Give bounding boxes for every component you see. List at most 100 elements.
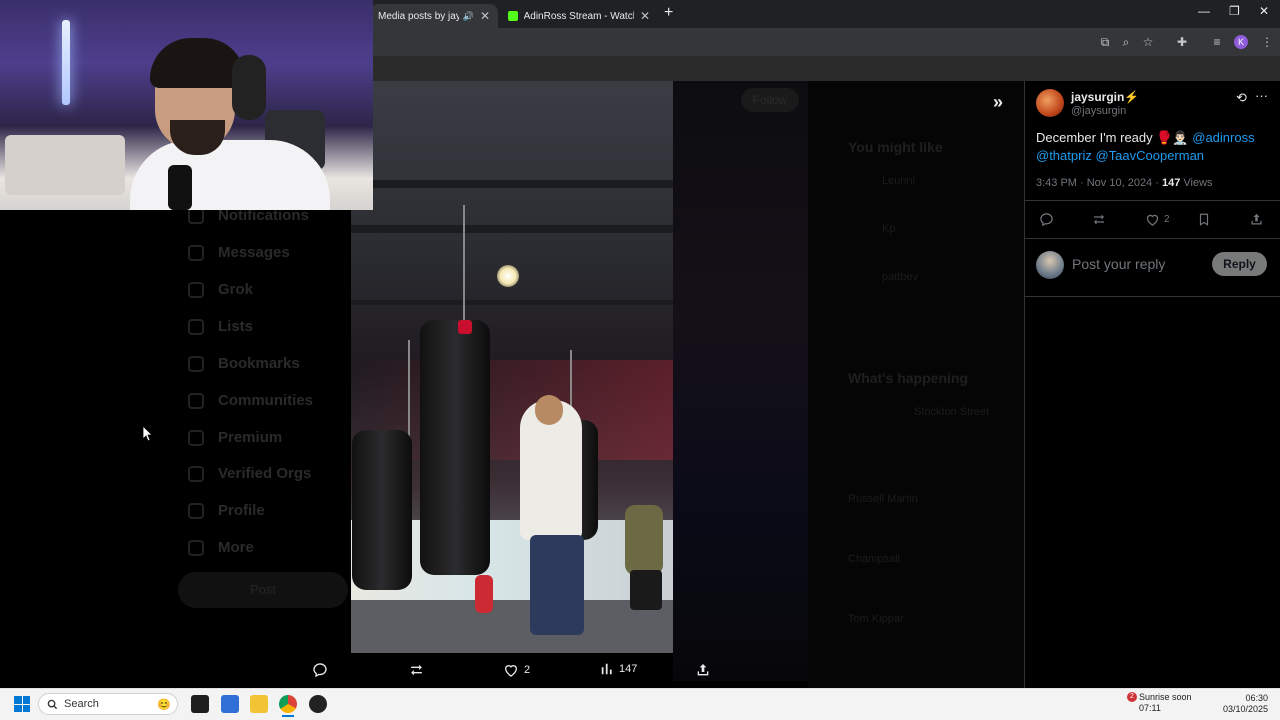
install-app-icon[interactable]: ⧉ — [1097, 34, 1113, 50]
windows-start-icon[interactable] — [14, 696, 30, 712]
like-count: 2 — [1164, 214, 1170, 225]
restore-icon[interactable]: ❐ — [1229, 4, 1240, 18]
ceiling-beam — [351, 225, 673, 233]
reply-icon — [1040, 213, 1053, 227]
nav-label: Communities — [218, 392, 314, 409]
repost-button[interactable] — [1091, 212, 1107, 227]
heart-icon — [1146, 214, 1159, 226]
media-control-icon[interactable]: ≡ — [1209, 34, 1225, 50]
task-view-icon[interactable] — [191, 695, 209, 713]
reply-submit-button[interactable]: Reply — [1212, 252, 1267, 276]
people-icon — [188, 392, 204, 409]
chrome-icon[interactable] — [279, 695, 297, 713]
repost-action[interactable] — [408, 662, 425, 678]
close-tab-icon[interactable]: ✕ — [640, 9, 650, 23]
clock-time: 06:30 — [1245, 693, 1268, 703]
streamer-shirt — [130, 140, 330, 210]
divider — [1024, 200, 1280, 201]
reply-input[interactable]: Post your reply — [1072, 256, 1165, 272]
search-placeholder: Search — [64, 698, 99, 710]
grok-icon[interactable]: ⟲ — [1236, 90, 1247, 106]
author-handle[interactable]: @jaysurgin — [1071, 105, 1126, 117]
microphone — [168, 165, 192, 210]
mention-link[interactable]: @adinross — [1192, 130, 1254, 145]
file-explorer-icon[interactable] — [250, 695, 268, 713]
like-button[interactable]: 2 — [1145, 212, 1170, 227]
share-action[interactable] — [695, 662, 711, 678]
more-menu-icon[interactable]: ⋮ — [1259, 34, 1275, 50]
view-count: 147 — [619, 663, 638, 675]
nav-premium[interactable]: Premium — [188, 429, 282, 446]
taskbar-clock[interactable]: 06:30 03/10/2025 — [1222, 693, 1268, 715]
views-chart-icon — [601, 663, 612, 675]
app-icon[interactable] — [309, 695, 327, 713]
share-button[interactable] — [1249, 212, 1264, 227]
speaker-icon[interactable]: 🔊 — [463, 11, 474, 22]
trend-item[interactable]: Champsall — [848, 553, 900, 565]
more-circle-icon — [188, 539, 204, 556]
collapse-panel-icon[interactable]: » — [993, 92, 1003, 113]
nav-label: More — [218, 539, 254, 556]
lightning-icon — [188, 465, 204, 482]
mouse-cursor-icon — [143, 426, 153, 441]
repost-icon — [1094, 214, 1104, 225]
tab-adinross-stream[interactable]: AdinRoss Stream - Watch Live o ✕ — [500, 4, 658, 28]
like-action[interactable]: 2 — [503, 662, 530, 678]
suggestion-name[interactable]: Kp — [882, 223, 895, 235]
taskbar-search[interactable]: Search 😊 — [38, 693, 178, 715]
suggestion-name[interactable]: pattbev — [882, 271, 918, 283]
views-action[interactable]: 147 — [600, 662, 637, 676]
extensions-icon[interactable]: ✚ — [1174, 34, 1190, 50]
background-person-red — [475, 575, 493, 613]
tweet-timestamp[interactable]: 3:43 PM · Nov 10, 2024 · — [1036, 177, 1162, 189]
nav-grok[interactable]: Grok — [188, 281, 253, 298]
close-tab-icon[interactable]: ✕ — [480, 9, 490, 23]
zoom-icon[interactable]: ⌕ — [1118, 34, 1134, 50]
tweet-detail-panel — [1024, 81, 1280, 688]
more-options-icon[interactable]: ··· — [1255, 88, 1268, 103]
nav-more[interactable]: More — [188, 539, 254, 556]
close-window-icon[interactable]: ✕ — [1259, 4, 1269, 18]
repost-icon — [411, 664, 422, 676]
nav-communities[interactable]: Communities — [188, 392, 313, 409]
follow-button[interactable]: Follow — [741, 88, 799, 112]
nav-label: Lists — [218, 318, 254, 335]
nav-bookmarks[interactable]: Bookmarks — [188, 355, 300, 372]
mention-link[interactable]: @thatpriz — [1036, 148, 1092, 163]
tweet-text: December I'm ready 🥊👨🏻‍⚕️ @adinross @tha… — [1036, 129, 1266, 165]
background-person — [625, 505, 663, 575]
reply-action[interactable] — [312, 662, 328, 678]
nav-messages[interactable]: Messages — [188, 244, 290, 261]
bookmark-button[interactable] — [1197, 212, 1211, 227]
minimize-icon[interactable]: — — [1198, 4, 1210, 18]
weather-widget[interactable]: Sunrise soon 07:11 — [1139, 692, 1192, 714]
reply-button[interactable] — [1039, 212, 1054, 227]
profile-avatar[interactable]: K — [1234, 35, 1248, 49]
microsoft-store-icon[interactable] — [221, 695, 239, 713]
mail-icon — [188, 244, 204, 261]
nav-label: Bookmarks — [218, 355, 300, 372]
author-display-name[interactable]: jaysurgin⚡ — [1071, 90, 1139, 104]
new-tab-button[interactable]: + — [664, 4, 673, 22]
suggestion-name[interactable]: Leunni — [882, 175, 915, 187]
tweet-text-body: December I'm ready 🥊👨🏻‍⚕️ — [1036, 130, 1189, 145]
trend-item[interactable]: Tom Kippar — [848, 613, 904, 625]
nav-profile[interactable]: Profile — [188, 502, 265, 519]
tab-title: AdinRoss Stream - Watch Live o — [523, 10, 634, 22]
background-person-shorts — [630, 570, 662, 610]
trend-item[interactable]: Stockton Street — [914, 406, 989, 418]
trend-item[interactable]: Russell Martin — [848, 493, 918, 505]
mention-link[interactable]: @TaavCooperman — [1095, 148, 1204, 163]
nav-lists[interactable]: Lists — [188, 318, 253, 335]
author-avatar[interactable] — [1036, 89, 1064, 117]
tab-media-posts[interactable]: Media posts by jaysurgi 🔊 ✕ — [370, 4, 498, 28]
bookmark-star-icon[interactable]: ☆ — [1140, 34, 1156, 50]
like-count: 2 — [524, 664, 531, 676]
nav-verified-orgs[interactable]: Verified Orgs — [188, 465, 311, 482]
active-app-indicator — [282, 715, 294, 717]
screen: Media posts by jaysurgi 🔊 ✕ AdinRoss Str… — [0, 0, 1280, 720]
boxer-head — [535, 395, 563, 425]
nav-label: Verified Orgs — [218, 465, 312, 482]
bookmark-icon — [188, 355, 204, 372]
post-button[interactable]: Post — [178, 572, 348, 608]
